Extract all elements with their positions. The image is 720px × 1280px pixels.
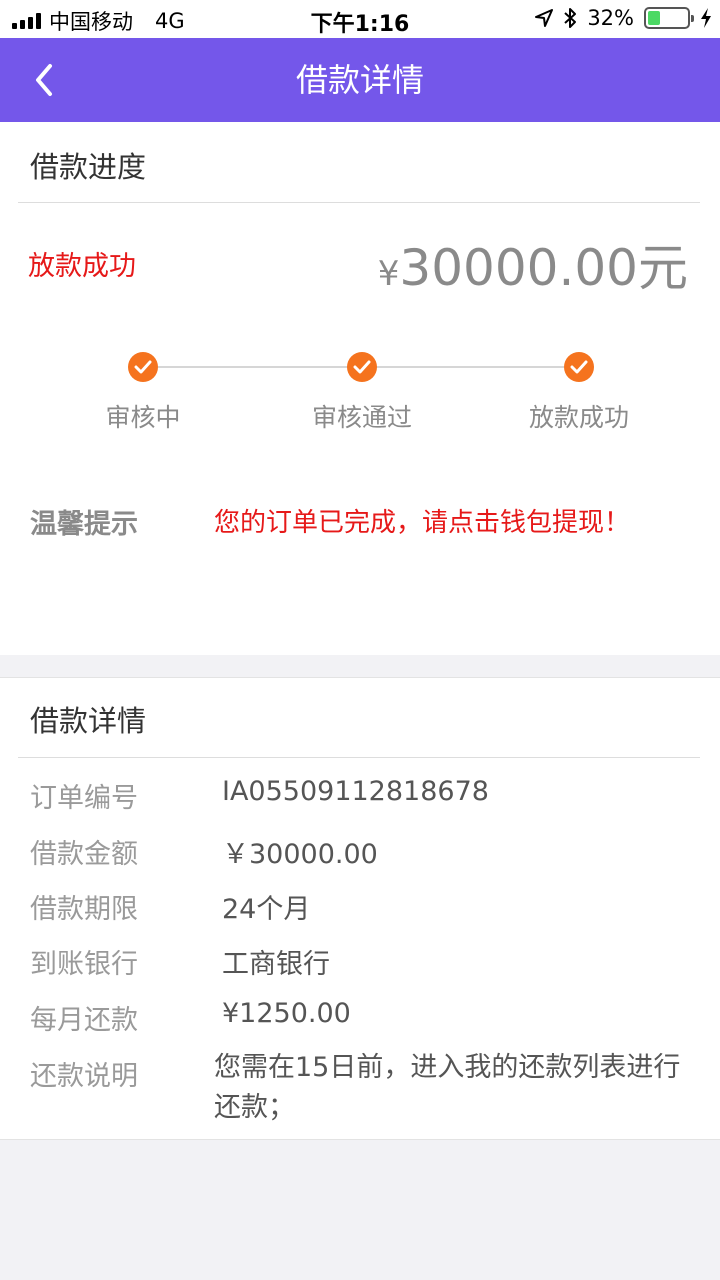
charging-icon [701, 8, 711, 28]
receiving-bank-label: 到账银行 [30, 949, 138, 980]
battery-icon [644, 7, 694, 29]
monthly-repayment-value: ¥1250.00 [222, 998, 351, 1029]
step-check-icon [128, 352, 158, 382]
step-label-approved: 审核通过 [311, 403, 412, 432]
loan-amount-value: 30000.00元 [399, 239, 688, 297]
currency-symbol: ¥ [377, 254, 400, 294]
battery-fill [648, 11, 661, 25]
divider [18, 757, 700, 758]
order-number-value: IA05509112818678 [222, 776, 489, 807]
tip-message[interactable]: 您的订单已完成，请点击钱包提现！ [214, 502, 630, 539]
nav-bar: 借款详情 [0, 38, 720, 122]
step-connector [158, 366, 348, 368]
battery-percent: 32% [587, 6, 634, 30]
monthly-repayment-label: 每月还款 [30, 1005, 138, 1036]
loan-amount-label: 借款金额 [30, 839, 138, 870]
loan-term-label: 借款期限 [30, 894, 138, 925]
progress-card: 借款进度 放款成功 ¥30000.00元 审核中 审核通过 放款成功 温馨提示 … [0, 122, 720, 655]
step-label-reviewing: 审核中 [105, 403, 181, 432]
progress-section-title: 借款进度 [30, 150, 147, 184]
status-bar: 中国移动 4G 下午1:16 32% [0, 0, 720, 38]
tip-label: 温馨提示 [30, 509, 138, 540]
order-number-label: 订单编号 [30, 783, 138, 814]
step-check-icon [347, 352, 377, 382]
loan-amount-detail-value: ￥30000.00 [222, 839, 378, 870]
status-right: 32% [535, 6, 712, 30]
step-check-icon [564, 352, 594, 382]
location-icon [535, 9, 554, 27]
repayment-note-label: 还款说明 [30, 1061, 138, 1092]
step-connector [376, 366, 564, 368]
repayment-note-text: 您需在15日前，进入我的还款列表进行还款； [214, 1052, 681, 1123]
divider [18, 202, 700, 203]
loan-amount: ¥30000.00元 [378, 228, 688, 300]
loan-status: 放款成功 [28, 251, 136, 282]
progress-steps: 审核中 审核通过 放款成功 [0, 350, 720, 440]
step-label-disbursed: 放款成功 [528, 403, 629, 432]
details-card: 借款详情 订单编号 IA05509112818678 借款金额 ￥30000.0… [0, 677, 720, 1140]
bluetooth-icon [564, 8, 577, 28]
page-title: 借款详情 [295, 61, 424, 99]
loan-term-value: 24个月 [222, 894, 311, 925]
details-section-title: 借款详情 [30, 704, 147, 738]
receiving-bank-value: 工商银行 [222, 949, 330, 980]
